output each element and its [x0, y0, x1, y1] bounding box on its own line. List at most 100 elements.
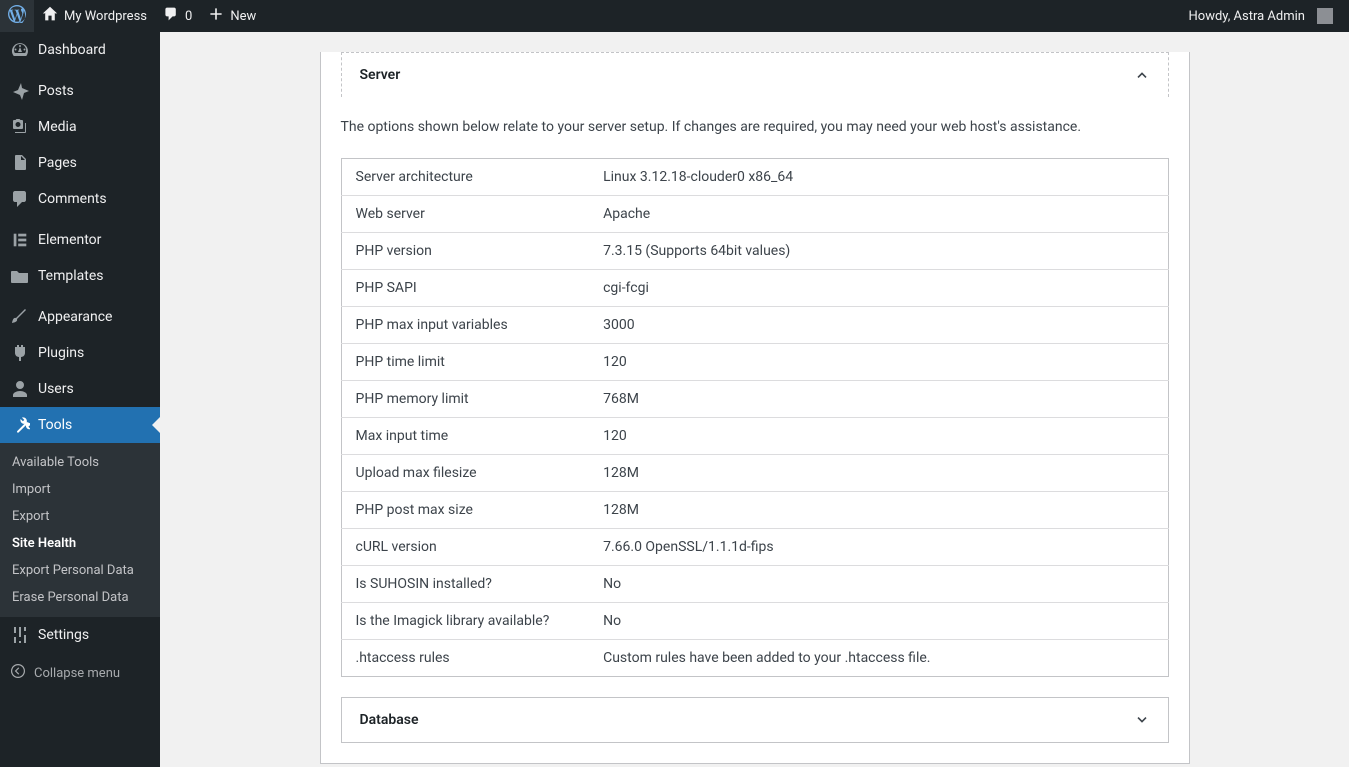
folder-icon: [10, 266, 30, 286]
row-value: Linux 3.12.18-clouder0 x86_64: [589, 159, 1168, 196]
table-row: PHP time limit120: [341, 344, 1168, 381]
row-value: No: [589, 566, 1168, 603]
wp-logo-item[interactable]: [0, 0, 34, 32]
table-row: PHP max input variables3000: [341, 307, 1168, 344]
sidebar-item-comments[interactable]: Comments: [0, 181, 160, 217]
row-label: Upload max filesize: [341, 455, 589, 492]
elementor-icon: [10, 230, 30, 250]
sidebar-item-label: Tools: [38, 417, 72, 433]
row-label: PHP SAPI: [341, 270, 589, 307]
server-info-table: Server architectureLinux 3.12.18-clouder…: [341, 158, 1169, 677]
sidebar-item-label: Elementor: [38, 232, 101, 248]
table-row: PHP post max size128M: [341, 492, 1168, 529]
collapse-icon: [10, 663, 26, 683]
wordpress-logo-icon: [8, 5, 26, 27]
row-value: 128M: [589, 492, 1168, 529]
comments-item[interactable]: 0: [155, 0, 200, 32]
sidebar-item-label: Templates: [38, 268, 104, 284]
row-value: cgi-fcgi: [589, 270, 1168, 307]
row-value: 120: [589, 418, 1168, 455]
sidebar-item-posts[interactable]: Posts: [0, 73, 160, 109]
database-title: Database: [360, 712, 419, 728]
collapse-label: Collapse menu: [34, 666, 120, 681]
table-row: PHP SAPIcgi-fcgi: [341, 270, 1168, 307]
row-label: cURL version: [341, 529, 589, 566]
pin-icon: [10, 81, 30, 101]
collapse-menu-button[interactable]: Collapse menu: [0, 653, 160, 693]
sidebar-item-label: Settings: [38, 627, 89, 643]
submenu-import[interactable]: Import: [0, 476, 160, 503]
row-value: 768M: [589, 381, 1168, 418]
sidebar-item-templates[interactable]: Templates: [0, 258, 160, 294]
sidebar-item-pages[interactable]: Pages: [0, 145, 160, 181]
database-accordion-header[interactable]: Database: [341, 697, 1169, 743]
toolbar-left: My Wordpress 0 New: [0, 0, 1181, 32]
sidebar-item-label: Posts: [38, 83, 74, 99]
table-row: Web serverApache: [341, 196, 1168, 233]
submenu-erase-personal-data[interactable]: Erase Personal Data: [0, 584, 160, 611]
site-name: My Wordpress: [64, 9, 147, 24]
sidebar-item-dashboard[interactable]: Dashboard: [0, 32, 160, 68]
sidebar-item-label: Comments: [38, 191, 107, 207]
row-label: Max input time: [341, 418, 589, 455]
submenu-site-health[interactable]: Site Health: [0, 530, 160, 557]
user-account-item[interactable]: Howdy, Astra Admin: [1181, 0, 1342, 32]
admin-sidebar: Dashboard Posts Media Pages Comments Ele…: [0, 32, 160, 767]
row-label: Is the Imagick library available?: [341, 603, 589, 640]
sidebar-item-elementor[interactable]: Elementor: [0, 222, 160, 258]
sidebar-item-users[interactable]: Users: [0, 371, 160, 407]
table-row: PHP memory limit768M: [341, 381, 1168, 418]
sidebar-item-tools[interactable]: Tools: [0, 407, 160, 443]
row-value: 7.66.0 OpenSSL/1.1.1d-fips: [589, 529, 1168, 566]
table-row: cURL version7.66.0 OpenSSL/1.1.1d-fips: [341, 529, 1168, 566]
table-row: Upload max filesize128M: [341, 455, 1168, 492]
sidebar-item-plugins[interactable]: Plugins: [0, 335, 160, 371]
settings-icon: [10, 625, 30, 645]
row-value: 3000: [589, 307, 1168, 344]
site-health-panel: Server The options shown below relate to…: [320, 52, 1190, 764]
server-accordion-body: The options shown below relate to your s…: [341, 97, 1169, 677]
user-icon: [10, 379, 30, 399]
row-label: PHP memory limit: [341, 381, 589, 418]
content-area: Server The options shown below relate to…: [160, 0, 1349, 767]
row-value: Custom rules have been added to your .ht…: [589, 640, 1168, 677]
plus-icon: [208, 6, 224, 26]
sidebar-item-settings[interactable]: Settings: [0, 617, 160, 653]
sidebar-item-label: Dashboard: [38, 42, 106, 58]
new-content-item[interactable]: New: [200, 0, 264, 32]
row-label: Server architecture: [341, 159, 589, 196]
sidebar-item-label: Pages: [38, 155, 77, 171]
row-label: Is SUHOSIN installed?: [341, 566, 589, 603]
dashboard-icon: [10, 40, 30, 60]
pages-icon: [10, 153, 30, 173]
row-label: PHP max input variables: [341, 307, 589, 344]
submenu-available-tools[interactable]: Available Tools: [0, 449, 160, 476]
sidebar-item-appearance[interactable]: Appearance: [0, 299, 160, 335]
comment-icon: [10, 189, 30, 209]
comments-count: 0: [185, 9, 192, 24]
table-row: Is the Imagick library available?No: [341, 603, 1168, 640]
sidebar-item-label: Media: [38, 119, 77, 135]
server-description: The options shown below relate to your s…: [341, 117, 1169, 138]
row-value: No: [589, 603, 1168, 640]
submenu-export-personal-data[interactable]: Export Personal Data: [0, 557, 160, 584]
brush-icon: [10, 307, 30, 327]
row-value: 120: [589, 344, 1168, 381]
table-row: .htaccess rulesCustom rules have been ad…: [341, 640, 1168, 677]
server-accordion-header[interactable]: Server: [341, 52, 1169, 97]
home-icon: [42, 6, 58, 26]
table-row: PHP version7.3.15 (Supports 64bit values…: [341, 233, 1168, 270]
tools-submenu: Available Tools Import Export Site Healt…: [0, 443, 160, 617]
site-name-item[interactable]: My Wordpress: [34, 0, 155, 32]
row-label: Web server: [341, 196, 589, 233]
plugin-icon: [10, 343, 30, 363]
admin-toolbar: My Wordpress 0 New Howdy, Astra Admin: [0, 0, 1349, 32]
table-row: Server architectureLinux 3.12.18-clouder…: [341, 159, 1168, 196]
chevron-down-icon: [1134, 712, 1150, 728]
new-label: New: [230, 9, 256, 24]
row-value: Apache: [589, 196, 1168, 233]
sidebar-item-media[interactable]: Media: [0, 109, 160, 145]
chevron-up-icon: [1134, 67, 1150, 83]
submenu-export[interactable]: Export: [0, 503, 160, 530]
avatar: [1317, 8, 1333, 24]
